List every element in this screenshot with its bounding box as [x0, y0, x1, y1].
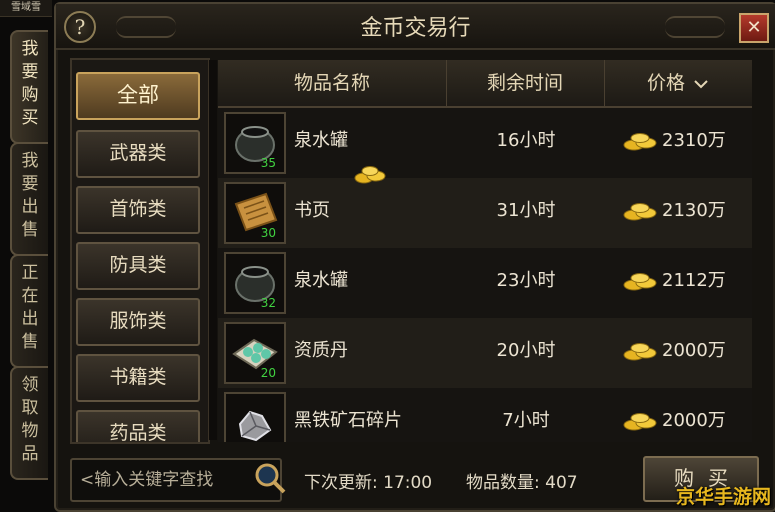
item-name: 泉水罐 — [294, 270, 348, 291]
gold-coins-icon — [623, 273, 657, 291]
gold-coins-icon — [623, 203, 657, 221]
gold-coins-icon — [354, 166, 386, 184]
category-jewelry[interactable]: 首饰类 — [76, 186, 200, 234]
category-apparel[interactable]: 服饰类 — [76, 298, 200, 346]
item-price: 2000万 — [662, 340, 726, 361]
pot-icon: 32 — [224, 252, 286, 314]
header-price[interactable]: 价格 — [604, 60, 752, 106]
scroll-page-icon: 30 — [224, 182, 286, 244]
item-quantity: 20 — [260, 366, 276, 380]
item-name: 书页 — [294, 200, 330, 221]
pill-box-icon: 20 — [224, 322, 286, 384]
window-title: 金币交易行 — [360, 16, 471, 41]
next-update-text: 下次更新: 17:00 — [304, 473, 433, 493]
remaining-time: 7小时 — [502, 410, 550, 431]
table-row[interactable]: 32 泉水罐 23小时 2112万 — [218, 248, 752, 318]
tab-on-sale[interactable]: 正在出售 — [10, 254, 48, 368]
tab-collect[interactable]: 领取物品 — [10, 366, 48, 480]
watermark-logo: 京华手游网 — [675, 486, 771, 508]
remaining-time: 16小时 — [496, 130, 556, 151]
gold-coins-icon — [623, 413, 657, 431]
trade-window: ? 金币交易行 ✕ 全部 武器类 首饰类 防具类 服饰类 书籍类 药品类 物品名… — [54, 2, 775, 512]
item-quantity: 35 — [260, 156, 276, 170]
item-name: 黑铁矿石碎片 — [294, 410, 402, 431]
tab-buy-label: 我要购买 — [21, 39, 39, 128]
pot-icon: 35 — [224, 112, 286, 174]
category-books[interactable]: 书籍类 — [76, 354, 200, 402]
table-row[interactable]: 35 泉水罐 16小时 2310万 — [218, 108, 752, 178]
price-cell: 2130万 — [614, 178, 752, 248]
price-cell: 2112万 — [614, 248, 752, 318]
price-cell: 2000万 — [614, 388, 752, 442]
category-medicine[interactable]: 药品类 — [76, 410, 200, 442]
header-item-name[interactable]: 物品名称 — [218, 60, 447, 106]
ore-fragment-icon — [224, 392, 286, 442]
title-bar: ? 金币交易行 ✕ — [56, 4, 775, 50]
item-price: 2310万 — [662, 130, 726, 151]
chevron-down-icon — [694, 79, 708, 88]
table-row[interactable]: 30 书页 31小时 2130万 — [218, 178, 752, 248]
table-row[interactable]: 黑铁矿石碎片 7小时 2000万 — [218, 388, 752, 442]
tab-on-sale-label: 正在出售 — [21, 263, 39, 352]
category-all[interactable]: 全部 — [76, 72, 200, 120]
price-cell: 2310万 — [614, 108, 752, 178]
item-price: 2130万 — [662, 200, 726, 221]
listing-table: 物品名称 剩余时间 价格 35 泉水罐 16小时 2310万 30 书页 31小… — [218, 60, 752, 442]
tab-sell[interactable]: 我要出售 — [10, 142, 48, 256]
item-count-text: 物品数量: 407 — [466, 473, 578, 493]
table-row[interactable]: 20 资质丹 20小时 2000万 — [218, 318, 752, 388]
header-remaining-time[interactable]: 剩余时间 — [446, 60, 605, 106]
tab-sell-label: 我要出售 — [21, 151, 39, 240]
search-icon[interactable] — [252, 460, 288, 496]
item-quantity: 30 — [260, 226, 276, 240]
tab-collect-label: 领取物品 — [21, 375, 39, 464]
tab-buy[interactable]: 我要购买 — [10, 30, 48, 144]
price-cell: 2000万 — [614, 318, 752, 388]
item-quantity: 32 — [260, 296, 276, 310]
corner-label: 雪域雪 — [0, 0, 52, 17]
category-scrollbar[interactable] — [208, 60, 217, 440]
remaining-time: 23小时 — [496, 270, 556, 291]
remaining-time: 20小时 — [496, 340, 556, 361]
footer-bar: 下次更新: 17:00 物品数量: 407 购买 — [56, 446, 775, 510]
item-price: 2000万 — [662, 410, 726, 431]
gold-coins-icon — [623, 343, 657, 361]
item-price: 2112万 — [662, 270, 726, 291]
header-price-label: 价格 — [646, 72, 685, 94]
item-name: 泉水罐 — [294, 130, 348, 151]
search-box — [70, 458, 286, 502]
close-button[interactable]: ✕ — [739, 13, 769, 43]
gold-coins-icon — [623, 133, 657, 151]
table-header: 物品名称 剩余时间 价格 — [218, 60, 752, 108]
category-armor[interactable]: 防具类 — [76, 242, 200, 290]
category-panel: 全部 武器类 首饰类 防具类 服饰类 书籍类 药品类 — [70, 58, 210, 444]
search-input[interactable] — [78, 466, 252, 494]
category-weapons[interactable]: 武器类 — [76, 130, 200, 178]
remaining-time: 31小时 — [496, 200, 556, 221]
item-name: 资质丹 — [294, 340, 348, 361]
